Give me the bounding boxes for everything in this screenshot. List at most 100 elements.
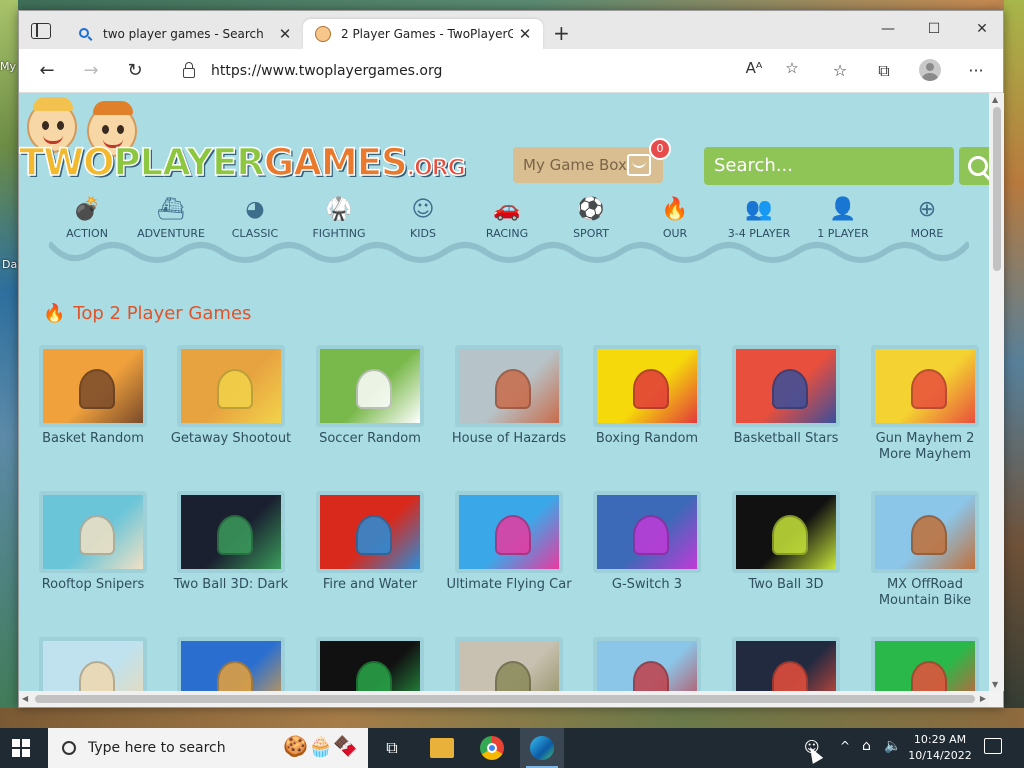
network-icon[interactable]: ⌂ (862, 738, 871, 754)
game-thumbnail[interactable] (177, 637, 285, 691)
category-adventure[interactable]: ⛴ ADVENTURE (128, 197, 214, 240)
category-action[interactable]: 💣 ACTION (44, 197, 130, 240)
game-thumbnail[interactable] (732, 491, 840, 573)
game-title[interactable]: Getaway Shootout (165, 431, 297, 447)
back-arrow-icon[interactable]: ← (33, 59, 61, 83)
game-title[interactable]: Ultimate Flying Car (443, 577, 575, 593)
game-thumbnail[interactable] (593, 345, 701, 427)
category-our[interactable]: 🔥 OUR (632, 197, 718, 240)
search-icon[interactable] (959, 147, 989, 185)
tab-search[interactable]: two player games - Search ✕ (65, 19, 303, 49)
close-tab-icon[interactable]: ✕ (273, 25, 297, 43)
game-thumbnail[interactable] (39, 345, 147, 427)
edge-taskbar-button[interactable] (520, 728, 564, 768)
game-title[interactable]: Gun Mayhem 2 More Mayhem (859, 431, 989, 463)
game-thumbnail[interactable] (316, 491, 424, 573)
tab-twoplayergames[interactable]: 2 Player Games - TwoPlayerGam ✕ (303, 19, 543, 49)
game-thumbnail[interactable] (593, 637, 701, 691)
category-3-4-player[interactable]: 👥 3-4 PLAYER (716, 197, 802, 240)
chrome-icon[interactable] (480, 736, 504, 760)
game-card[interactable]: House of Hazards (443, 345, 575, 447)
game-thumbnail[interactable] (177, 491, 285, 573)
game-title[interactable]: Fire and Water (304, 577, 436, 593)
game-thumbnail[interactable] (455, 491, 563, 573)
game-card[interactable]: Soccer Random (304, 345, 436, 447)
game-title[interactable]: G-Switch 3 (581, 577, 713, 593)
scroll-up-icon[interactable]: ▲ (992, 95, 998, 104)
refresh-icon[interactable]: ↻ (121, 59, 149, 83)
category-fighting[interactable]: 🥋 FIGHTING (296, 197, 382, 240)
category-kids[interactable]: ☺ KIDS (380, 197, 466, 240)
lock-icon[interactable] (183, 62, 195, 78)
maximize-icon[interactable]: ☐ (919, 21, 949, 37)
game-thumbnail[interactable] (871, 637, 979, 691)
desktop-icon-label[interactable]: My (0, 60, 16, 73)
minimize-icon[interactable]: — (873, 21, 903, 37)
game-card[interactable]: Two Ball 3D (720, 491, 852, 593)
volume-icon[interactable]: 🔈 (884, 738, 901, 754)
scroll-left-icon[interactable]: ◀ (22, 694, 28, 703)
game-thumbnail[interactable] (593, 491, 701, 573)
category-classic[interactable]: ◕ CLASSIC (212, 197, 298, 240)
profile-avatar-icon[interactable] (919, 59, 941, 81)
scroll-down-icon[interactable]: ▼ (992, 680, 998, 689)
tab-actions-icon[interactable] (31, 23, 51, 39)
game-card[interactable]: Gun Mayhem 2 More Mayhem (859, 345, 989, 463)
game-thumbnail[interactable] (316, 345, 424, 427)
task-view-icon[interactable]: ⧉ (382, 738, 402, 758)
game-card[interactable] (859, 637, 989, 691)
game-thumbnail[interactable] (39, 491, 147, 573)
game-card[interactable]: Basket Random (27, 345, 159, 447)
game-thumbnail[interactable] (39, 637, 147, 691)
forward-arrow-icon[interactable]: → (77, 59, 105, 83)
url-text[interactable]: https://www.twoplayergames.org (211, 63, 442, 79)
my-game-box-button[interactable]: My Game Box 0 (513, 138, 671, 183)
game-title[interactable]: Rooftop Snipers (27, 577, 159, 593)
category-sport[interactable]: ⚽ SPORT (548, 197, 634, 240)
notifications-icon[interactable] (984, 738, 1002, 754)
game-card[interactable] (581, 637, 713, 691)
game-card[interactable] (720, 637, 852, 691)
favorites-icon[interactable]: ☆ (827, 60, 853, 82)
game-card[interactable]: MX OffRoad Mountain Bike (859, 491, 989, 609)
game-title[interactable]: Basket Random (27, 431, 159, 447)
taskbar-search-box[interactable]: Type here to search 🍪🧁🍫 (48, 728, 368, 768)
collections-icon[interactable]: ⧉ (871, 60, 897, 82)
horizontal-scrollbar[interactable]: ◀ ▶ (19, 691, 989, 707)
game-thumbnail[interactable] (177, 345, 285, 427)
game-card[interactable]: Ultimate Flying Car (443, 491, 575, 593)
game-title[interactable]: Basketball Stars (720, 431, 852, 447)
game-card[interactable] (27, 637, 159, 691)
game-thumbnail[interactable] (732, 637, 840, 691)
game-card[interactable]: Basketball Stars (720, 345, 852, 447)
game-card[interactable]: G-Switch 3 (581, 491, 713, 593)
game-thumbnail[interactable] (871, 491, 979, 573)
category-more[interactable]: ⊕ MORE (884, 197, 970, 240)
game-card[interactable]: Fire and Water (304, 491, 436, 593)
game-card[interactable] (165, 637, 297, 691)
add-favorite-icon[interactable]: ☆ (779, 59, 805, 77)
vertical-scrollbar[interactable]: ▲ ▼ (989, 93, 1004, 691)
game-card[interactable] (304, 637, 436, 691)
game-thumbnail[interactable] (316, 637, 424, 691)
game-card[interactable] (443, 637, 575, 691)
read-aloud-icon[interactable]: A͏ᴬ (741, 59, 767, 77)
close-tab-icon[interactable]: ✕ (513, 25, 537, 43)
category-racing[interactable]: 🚗 RACING (464, 197, 550, 240)
scroll-right-icon[interactable]: ▶ (980, 694, 986, 703)
close-window-icon[interactable]: ✕ (967, 21, 997, 37)
game-title[interactable]: Boxing Random (581, 431, 713, 447)
site-search-input[interactable]: Search... (704, 147, 954, 185)
game-thumbnail[interactable] (455, 345, 563, 427)
site-logo[interactable]: TWOPLAYERGAMES.ORG (19, 97, 466, 189)
game-thumbnail[interactable] (455, 637, 563, 691)
game-thumbnail[interactable] (871, 345, 979, 427)
scrollbar-thumb[interactable] (35, 695, 975, 703)
desktop-icon-label[interactable]: Da (2, 258, 17, 271)
scrollbar-thumb[interactable] (993, 107, 1001, 271)
game-card[interactable]: Two Ball 3D: Dark (165, 491, 297, 593)
game-card[interactable]: Boxing Random (581, 345, 713, 447)
new-tab-icon[interactable]: + (553, 23, 570, 43)
game-card[interactable]: Getaway Shootout (165, 345, 297, 447)
game-title[interactable]: House of Hazards (443, 431, 575, 447)
